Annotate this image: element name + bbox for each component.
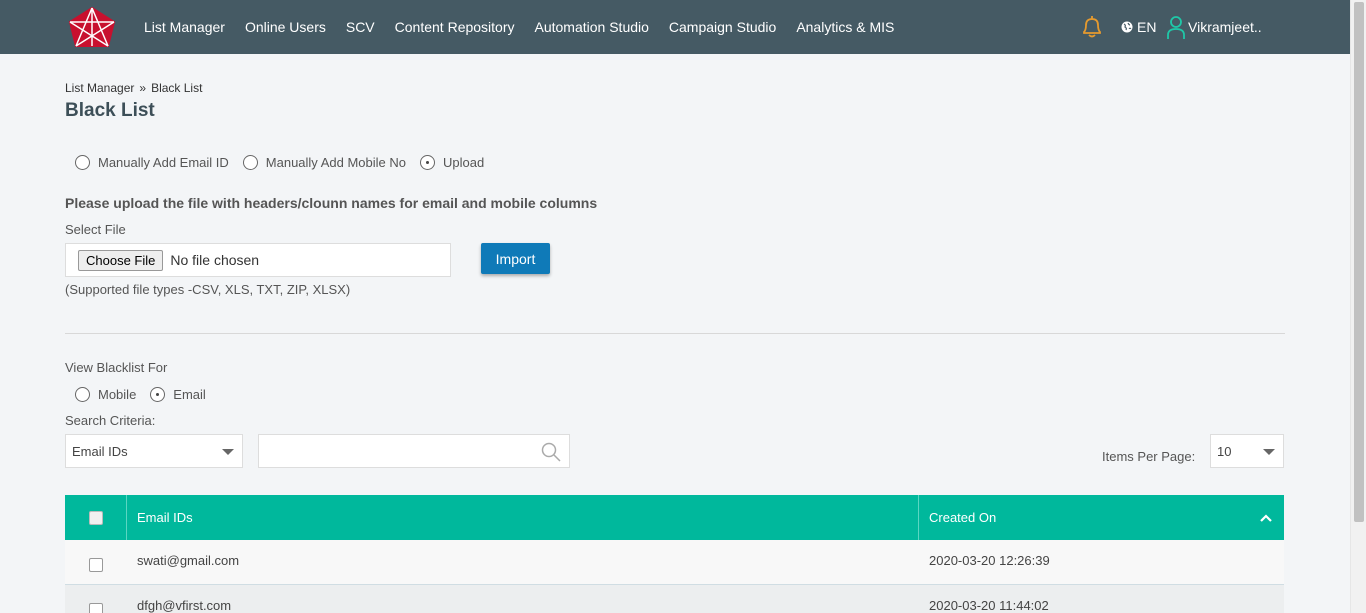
column-header-label: Created On: [929, 510, 997, 525]
bell-icon[interactable]: [1079, 14, 1105, 40]
nav-campaign-studio[interactable]: Campaign Studio: [659, 19, 786, 35]
file-status: No file chosen: [170, 252, 260, 268]
scrollbar-thumb[interactable]: [1354, 2, 1364, 522]
table-row[interactable]: swati@gmail.com 2020-03-20 12:26:39: [65, 540, 1284, 585]
breadcrumb-list-manager[interactable]: List Manager: [65, 81, 134, 95]
import-button[interactable]: Import: [481, 243, 550, 274]
radio-email[interactable]: Email: [150, 387, 206, 402]
view-blacklist-label: View Blacklist For: [65, 360, 168, 375]
blacklist-table: Email IDs Created On swati@gmail.com 202…: [65, 495, 1284, 613]
user-name: Vikramjeet..: [1188, 19, 1262, 35]
table-header: Email IDs Created On: [65, 495, 1284, 540]
search-criteria-value: Email IDs: [72, 443, 128, 459]
search-input[interactable]: [259, 435, 529, 467]
user-icon: [1167, 16, 1185, 39]
radio-upload[interactable]: Upload: [419, 155, 485, 170]
radio-button[interactable]: [242, 155, 258, 170]
radio-label: Upload: [442, 155, 485, 170]
nav-automation-studio[interactable]: Automation Studio: [525, 19, 659, 35]
radio-manual-mobile[interactable]: Manually Add Mobile No: [242, 155, 406, 170]
upload-instructions: Please upload the file with headers/clou…: [65, 195, 598, 211]
cell-created: 2020-03-20 11:44:02: [929, 598, 1049, 613]
chevron-up-icon[interactable]: [1260, 513, 1272, 523]
header-checkbox-cell: [65, 495, 127, 540]
nav-content-repository[interactable]: Content Repository: [385, 19, 525, 35]
chevron-down-icon: [222, 449, 234, 455]
nav-online-users[interactable]: Online Users: [235, 19, 336, 35]
radio-label: Manually Add Email ID: [98, 155, 229, 170]
nav-analytics-mis[interactable]: Analytics & MIS: [786, 19, 904, 35]
radio-label: Manually Add Mobile No: [265, 155, 406, 170]
main-nav: List Manager Online Users SCV Content Re…: [134, 0, 904, 54]
search-icon[interactable]: [541, 442, 561, 462]
radio-button-selected[interactable]: [419, 155, 435, 170]
radio-label: Mobile: [98, 387, 137, 402]
user-menu[interactable]: Vikramjeet..: [1166, 14, 1262, 40]
select-file-label: Select File: [65, 222, 126, 237]
brand-logo[interactable]: [64, 6, 120, 48]
column-header-email[interactable]: Email IDs: [127, 495, 919, 540]
cell-created: 2020-03-20 12:26:39: [929, 553, 1050, 568]
row-checkbox[interactable]: [89, 603, 103, 613]
breadcrumb-current: Black List: [151, 81, 203, 95]
radio-button[interactable]: [75, 155, 90, 170]
radio-mobile[interactable]: Mobile: [75, 387, 136, 402]
items-per-page-label: Items Per Page:: [1102, 449, 1196, 464]
page-title: Black List: [65, 100, 155, 121]
search-box: [258, 434, 570, 468]
view-radio-group: Mobile Email: [75, 387, 220, 402]
column-header-created[interactable]: Created On: [919, 495, 1284, 540]
items-per-page-select[interactable]: 10: [1210, 434, 1284, 468]
chevron-down-icon: [1263, 449, 1275, 455]
file-input[interactable]: Choose File No file chosen: [65, 243, 451, 277]
radio-button[interactable]: [75, 387, 90, 402]
row-checkbox-cell: [65, 585, 127, 613]
row-checkbox[interactable]: [89, 558, 103, 572]
globe-icon: [1121, 21, 1133, 33]
radio-label: Email: [173, 387, 206, 402]
top-navbar: List Manager Online Users SCV Content Re…: [0, 0, 1350, 54]
language-selector[interactable]: EN: [1121, 19, 1156, 35]
cell-email: dfgh@vfirst.com: [137, 598, 232, 613]
add-mode-radio-group: Manually Add Email ID Manually Add Mobil…: [75, 155, 498, 170]
vertical-scrollbar[interactable]: [1350, 0, 1366, 613]
search-criteria-label: Search Criteria:: [65, 413, 156, 428]
cell-email: swati@gmail.com: [137, 553, 240, 568]
section-divider: [65, 333, 1285, 334]
breadcrumb-separator: »: [139, 81, 147, 95]
select-all-checkbox[interactable]: [88, 510, 103, 525]
items-per-page-value: 10: [1217, 443, 1232, 459]
supported-file-types: (Supported file types -CSV, XLS, TXT, ZI…: [65, 282, 351, 297]
nav-scv[interactable]: SCV: [336, 19, 385, 35]
nav-list-manager[interactable]: List Manager: [134, 19, 235, 35]
search-criteria-select[interactable]: Email IDs: [65, 434, 243, 468]
language-label: EN: [1137, 19, 1157, 35]
row-checkbox-cell: [65, 540, 127, 584]
radio-manual-email[interactable]: Manually Add Email ID: [75, 155, 229, 170]
breadcrumb: List Manager » Black List: [65, 81, 202, 95]
table-row[interactable]: dfgh@vfirst.com 2020-03-20 11:44:02: [65, 585, 1284, 613]
radio-button-selected[interactable]: [150, 387, 166, 402]
choose-file-button[interactable]: Choose File: [78, 249, 164, 271]
